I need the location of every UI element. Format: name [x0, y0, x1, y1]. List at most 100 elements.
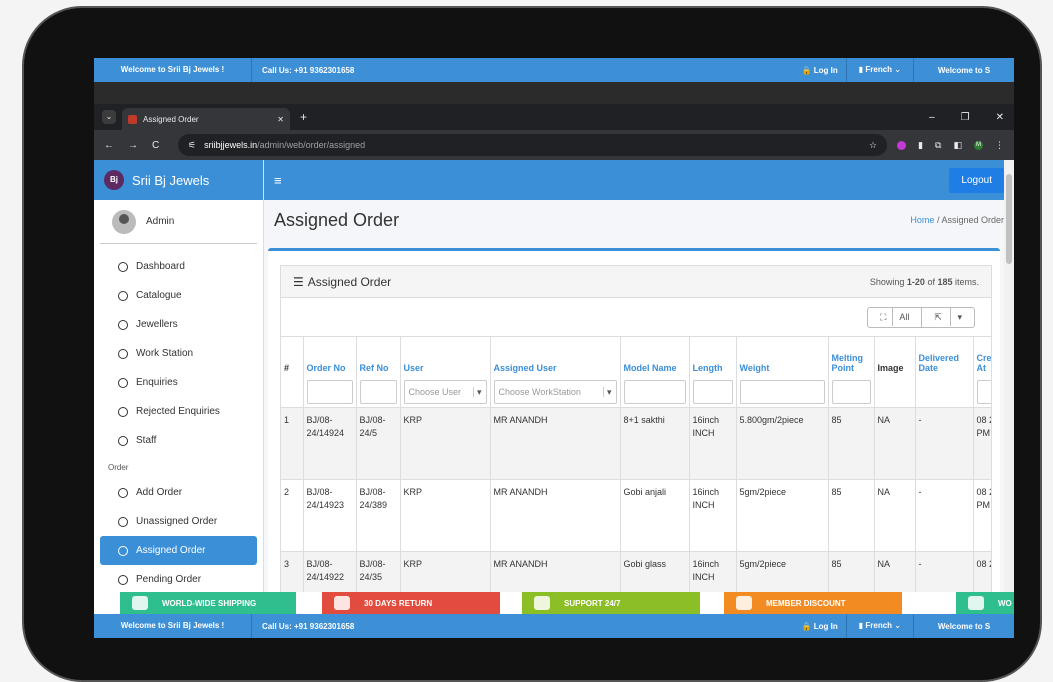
cell-length: 16inch INCH [689, 406, 737, 479]
promo-label: WO [998, 598, 1012, 608]
tab-title: Assigned Order [143, 114, 199, 124]
lock-icon: 🔒 [801, 621, 812, 631]
filter-ref-no-input[interactable] [359, 379, 397, 404]
kebab-menu-icon[interactable]: ⋮ [995, 140, 1004, 151]
col-length[interactable]: Length [689, 336, 737, 377]
brand[interactable]: Bj Srii Bj Jewels [94, 160, 263, 200]
filter-length-input[interactable] [692, 379, 733, 404]
sidebar-item-rejected-enquiries[interactable]: Rejected Enquiries [100, 397, 257, 426]
sidebar-item-assigned-order[interactable]: Assigned Order [100, 536, 257, 565]
scrollbar-thumb[interactable] [1006, 174, 1012, 264]
filter-cell [828, 376, 875, 407]
filter-weight-input[interactable] [739, 379, 825, 404]
sidebar-item-catalogue[interactable]: Catalogue [100, 281, 257, 310]
filter-melting-point-input[interactable] [831, 379, 871, 404]
col-order-no[interactable]: Order No [303, 336, 357, 377]
sidebar-item-add-order[interactable]: Add Order [100, 478, 257, 507]
promo-shipping-repeat: WO [956, 592, 1014, 614]
sidebar-item-pending-order[interactable]: Pending Order [100, 565, 257, 592]
sidepanel-icon[interactable]: ◧ [953, 140, 962, 151]
hamburger-menu-icon[interactable]: ≡ [274, 173, 282, 188]
toolbar-button-group: ⛶ All ⇱ ▾ [867, 306, 975, 328]
caret-down-icon: ▾ [950, 307, 968, 326]
extensions-puzzle-icon[interactable]: ⧉ [935, 140, 941, 151]
breadcrumb-home-link[interactable]: Home [910, 215, 934, 225]
minimize-icon[interactable]: – [929, 112, 935, 123]
cell-order-no: BJ/08-24/14922 [303, 550, 357, 592]
filter-workstation-select[interactable]: Choose WorkStation ▾ [493, 379, 617, 404]
sidebar: Bj Srii Bj Jewels Admin Dashboard Catalo… [94, 160, 264, 592]
site-info-icon[interactable]: ⚟ [188, 140, 196, 151]
col-ref-no[interactable]: Ref No [356, 336, 401, 377]
sidebar-item-unassigned-order[interactable]: Unassigned Order [100, 507, 257, 536]
promo-support: SUPPORT 24/7 [522, 592, 700, 614]
language-select[interactable]: ▮ French ⌄ [845, 614, 914, 638]
cell-user: KRP [400, 478, 491, 551]
filter-order-no-input[interactable] [306, 379, 353, 404]
chevron-down-icon: ⌄ [894, 621, 901, 630]
login-link[interactable]: 🔒 Log In [794, 622, 846, 631]
promo-shipping: WORLD-WIDE SHIPPING [120, 592, 296, 614]
sidebar-item-staff[interactable]: Staff [100, 426, 257, 455]
col-assigned-user[interactable]: Assigned User [490, 336, 621, 377]
sidebar-item-enquiries[interactable]: Enquiries [100, 368, 257, 397]
call-us-text: Call Us: +91 9362301658 [262, 65, 355, 75]
filter-created-at-input[interactable] [976, 379, 991, 404]
cell-length: 16inch INCH [689, 550, 737, 592]
top-navbar: ≡ Logout [264, 160, 1014, 200]
tab-search-icon[interactable]: ⌄ [102, 110, 116, 124]
cell-assigned-user: MR ANANDH [490, 478, 621, 551]
close-window-icon[interactable]: ✕ [996, 112, 1004, 123]
logout-button[interactable]: Logout [949, 167, 1004, 193]
table-row[interactable]: 2 BJ/08-24/14923 BJ/08-24/389 KRP MR ANA… [281, 478, 991, 551]
show-all-button[interactable]: ⛶ All [868, 307, 921, 327]
filter-row: Choose User ▾ Choose WorkStation ▾ [281, 376, 991, 407]
restore-icon[interactable]: ❐ [961, 112, 970, 123]
browser-tab[interactable]: Assigned Order ✕ [122, 108, 290, 130]
login-link[interactable]: 🔒 Log In [794, 66, 846, 75]
table-row[interactable]: 3 BJ/08-24/14922 BJ/08-24/35 KRP MR ANAN… [281, 550, 991, 592]
close-tab-icon[interactable]: ✕ [277, 115, 284, 124]
url-input[interactable]: ⚟ sriibjjewels.in/admin/web/order/assign… [178, 134, 888, 156]
page-scrollbar[interactable] [1004, 160, 1014, 592]
reload-icon[interactable]: C [152, 140, 159, 151]
language-select[interactable]: ▮ French ⌄ [845, 58, 914, 82]
col-melting-point[interactable]: Melting Point [828, 336, 875, 377]
col-image: Image [874, 336, 916, 377]
new-tab-icon[interactable]: + [300, 110, 307, 124]
sidebar-item-work-station[interactable]: Work Station [100, 339, 257, 368]
filter-model-name-input[interactable] [623, 379, 686, 404]
tablet-frame: Welcome to Srii Bj Jewels ! Call Us: +91… [22, 6, 1042, 682]
forward-icon[interactable]: → [128, 140, 138, 151]
col-created-at[interactable]: Created At [973, 336, 991, 377]
favicon-icon [128, 114, 137, 124]
export-button[interactable]: ⇱ ▾ [921, 307, 974, 327]
cell-weight: 5gm/2piece [736, 550, 829, 592]
col-weight[interactable]: Weight [736, 336, 829, 377]
extension-icon[interactable] [897, 140, 907, 150]
filter-cell [973, 376, 991, 407]
table-row[interactable]: 1 BJ/08-24/14924 BJ/08-24/5 KRP MR ANAND… [281, 406, 991, 479]
call-us-text: Call Us: +91 9362301658 [262, 621, 355, 631]
col-model-name[interactable]: Model Name [620, 336, 690, 377]
col-delivered-date[interactable]: Delivered Date [915, 336, 974, 377]
france-flag-icon: ▮ [858, 621, 864, 630]
chevron-down-icon: ⌄ [894, 65, 901, 74]
grid-panel: ☰ Assigned Order Showing 1-20 of 185 ite… [280, 265, 992, 592]
cell-weight: 5.800gm/2piece [736, 406, 829, 479]
bookmark-star-icon[interactable]: ☆ [869, 140, 877, 151]
col-user[interactable]: User [400, 336, 491, 377]
profile-avatar[interactable]: M [974, 140, 983, 150]
sidebar-item-dashboard[interactable]: Dashboard [100, 252, 257, 281]
back-icon[interactable]: ← [104, 140, 114, 151]
sidebar-item-jewellers[interactable]: Jewellers [100, 310, 257, 339]
language-label: French [865, 621, 893, 630]
extensions-area: ▮ ⧉ ◧ M ⋮ [887, 140, 1014, 151]
circle-icon [118, 348, 128, 359]
extension-icon-2[interactable]: ▮ [918, 140, 923, 151]
sidebar-item-label: Dashboard [136, 261, 185, 272]
sidebar-item-label: Catalogue [136, 290, 182, 301]
url-host: sriibjjewels.in [204, 140, 258, 150]
filter-user-select[interactable]: Choose User ▾ [403, 379, 487, 404]
cell-image: NA [874, 550, 916, 592]
